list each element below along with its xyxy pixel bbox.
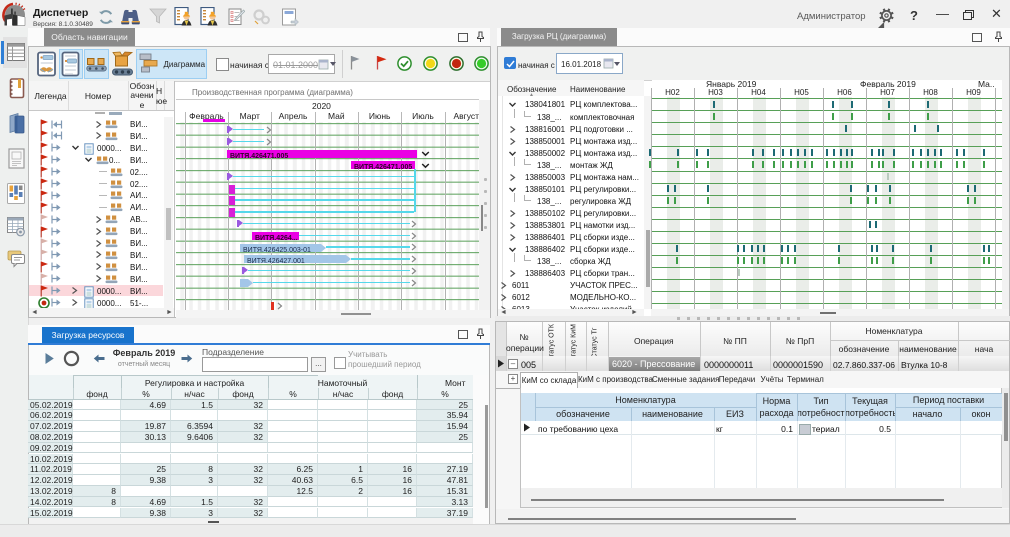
svg-text:Статус Тг: Статус Тг (592, 327, 599, 356)
svg-text:Статус ОТК: Статус ОТК (549, 323, 556, 356)
svg-text:Статус КиМ: Статус КиМ (571, 324, 578, 356)
